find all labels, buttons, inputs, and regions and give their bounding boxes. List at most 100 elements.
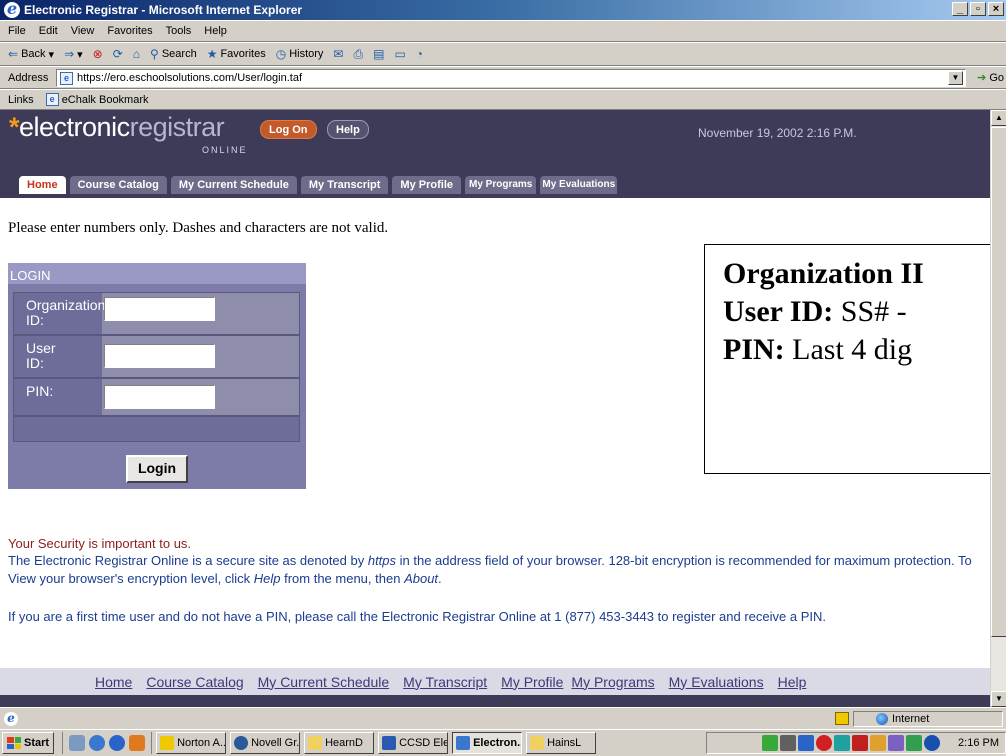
footer-link-my-transcript[interactable]: My Transcript: [403, 674, 487, 690]
login-button[interactable]: Login: [126, 455, 188, 483]
close-button[interactable]: ×: [988, 2, 1004, 16]
tray-icon[interactable]: [762, 735, 779, 751]
tray-icon[interactable]: [888, 735, 905, 751]
pin-row: PIN:: [13, 378, 300, 416]
zone-label: Internet: [892, 713, 930, 725]
page-icon: e: [60, 72, 73, 85]
forward-button[interactable]: ⇒ ▾: [64, 47, 83, 61]
search-icon: ⚲: [150, 47, 159, 61]
window-title: Electronic Registrar - Microsoft Interne…: [24, 3, 303, 17]
footer-link-my-evaluations[interactable]: My Evaluations: [669, 674, 764, 690]
tab-my-current-schedule[interactable]: My Current Schedule: [170, 176, 297, 194]
footer-link-course-catalog[interactable]: Course Catalog: [146, 674, 243, 690]
instruction-overlay: Organization II User ID: SS# - PIN: Last…: [704, 244, 990, 474]
volume-icon[interactable]: [780, 735, 797, 751]
search-button[interactable]: ⚲ Search: [150, 47, 197, 61]
footer-link-help[interactable]: Help: [778, 674, 807, 690]
print-button[interactable]: ⎙: [353, 47, 363, 62]
tab-course-catalog[interactable]: Course Catalog: [69, 176, 167, 194]
link-item[interactable]: e eChalk Bookmark: [45, 93, 149, 106]
ie-quicklaunch-icon[interactable]: [89, 735, 106, 751]
tray-icon[interactable]: [870, 735, 887, 751]
minimize-button[interactable]: _: [952, 2, 968, 16]
tab-my-programs[interactable]: My Programs: [465, 176, 537, 194]
date-time: November 19, 2002 2:16 P.M.: [698, 126, 857, 140]
standard-toolbar: ⇐ Back ▾ ⇒ ▾ ⊗ ⟳ ⌂ ⚲ Search ★ Favorites ◷ Hist…: [0, 42, 1006, 66]
forward-arrow-icon: ⇒: [64, 47, 75, 61]
tray-icon[interactable]: [924, 735, 941, 751]
org-id-input[interactable]: [104, 297, 215, 321]
maximize-button[interactable]: ▫: [970, 2, 986, 16]
user-id-input[interactable]: [104, 344, 215, 368]
quick-launch: [62, 732, 153, 754]
task-electronic-registrar[interactable]: Electron...: [452, 732, 523, 754]
tray-icon[interactable]: [906, 735, 923, 751]
task-novell[interactable]: Novell Gr...: [230, 732, 301, 754]
address-bar: Address e https://ero.eschoolsolutions.c…: [0, 66, 1006, 89]
go-arrow-icon: ➔: [977, 72, 987, 84]
messenger-button[interactable]: ◔: [416, 47, 423, 61]
footer-link-my-profile[interactable]: My Profile: [501, 674, 563, 690]
site-header: *electronicregistrar ONLINE Log On Help …: [0, 110, 990, 198]
menu-bar: File Edit View Favorites Tools Help: [0, 20, 1006, 42]
task-hainsl[interactable]: HainsL: [526, 732, 597, 754]
favorites-button[interactable]: ★ Favorites: [207, 47, 266, 61]
scroll-up-icon[interactable]: ▲: [991, 110, 1006, 126]
menu-help[interactable]: Help: [204, 25, 227, 37]
mail-button[interactable]: ✉: [333, 47, 343, 61]
print-icon: ⎙: [353, 46, 364, 61]
home-icon: ⌂: [132, 47, 141, 61]
first-time-user-paragraph: If you are a first time user and do not …: [8, 609, 826, 624]
norton-icon: [160, 736, 175, 750]
tray-icon[interactable]: [816, 735, 833, 751]
logon-button[interactable]: Log On: [260, 120, 317, 139]
refresh-button[interactable]: ⟳: [113, 47, 123, 61]
tab-my-evaluations[interactable]: My Evaluations: [540, 176, 618, 194]
play-icon[interactable]: [129, 735, 146, 751]
history-icon: ◷: [275, 47, 287, 61]
tray-icon[interactable]: [834, 735, 851, 751]
tab-my-transcript[interactable]: My Transcript: [300, 176, 389, 194]
novell-icon: [234, 736, 249, 750]
help-button[interactable]: Help: [327, 120, 369, 139]
discuss-button[interactable]: ▭: [394, 47, 405, 61]
pin-input[interactable]: [104, 385, 215, 409]
menu-view[interactable]: View: [71, 25, 95, 37]
menu-favorites[interactable]: Favorites: [107, 25, 152, 37]
address-input[interactable]: e https://ero.eschoolsolutions.com/User/…: [56, 69, 966, 87]
tray-icon[interactable]: [798, 735, 815, 751]
back-button[interactable]: ⇐ Back ▾: [8, 47, 54, 61]
footer-link-my-programs[interactable]: My Programs: [571, 674, 654, 690]
history-button[interactable]: ◷ History: [276, 47, 324, 61]
media-icon[interactable]: [109, 735, 126, 751]
footer-link-my-current-schedule[interactable]: My Current Schedule: [258, 674, 390, 690]
tab-my-profile[interactable]: My Profile: [392, 176, 461, 194]
title-bar[interactable]: Electronic Registrar - Microsoft Interne…: [0, 0, 1006, 20]
tray-icon[interactable]: [852, 735, 869, 751]
site-logo[interactable]: *electronicregistrar ONLINE: [9, 112, 246, 155]
scroll-thumb[interactable]: [991, 127, 1006, 637]
page-icon: e: [45, 93, 59, 106]
vertical-scrollbar[interactable]: ▲ ▼: [990, 110, 1006, 707]
user-id-label: User: [26, 340, 56, 356]
home-button[interactable]: ⌂: [133, 47, 140, 61]
tab-home[interactable]: Home: [19, 176, 66, 194]
discuss-icon: ▭: [394, 47, 406, 61]
ie-icon: [456, 736, 471, 750]
address-dropdown-icon[interactable]: ▼: [948, 71, 963, 85]
scroll-down-icon[interactable]: ▼: [991, 691, 1006, 707]
page-status-icon: e: [4, 711, 18, 726]
go-button[interactable]: ➔ Go: [977, 71, 1004, 85]
task-norton[interactable]: Norton A...: [156, 732, 227, 754]
show-desktop-icon[interactable]: [69, 735, 86, 751]
lock-icon: [835, 712, 849, 725]
task-ccsd[interactable]: CCSD Ele...: [378, 732, 449, 754]
stop-button[interactable]: ⊗: [93, 47, 103, 61]
task-hearnd[interactable]: HearnD: [304, 732, 375, 754]
menu-edit[interactable]: Edit: [39, 25, 58, 37]
menu-file[interactable]: File: [8, 25, 26, 37]
edit-button[interactable]: ▤: [373, 47, 384, 61]
menu-tools[interactable]: Tools: [166, 25, 192, 37]
start-button[interactable]: Start: [2, 732, 55, 754]
footer-link-home[interactable]: Home: [95, 674, 132, 690]
